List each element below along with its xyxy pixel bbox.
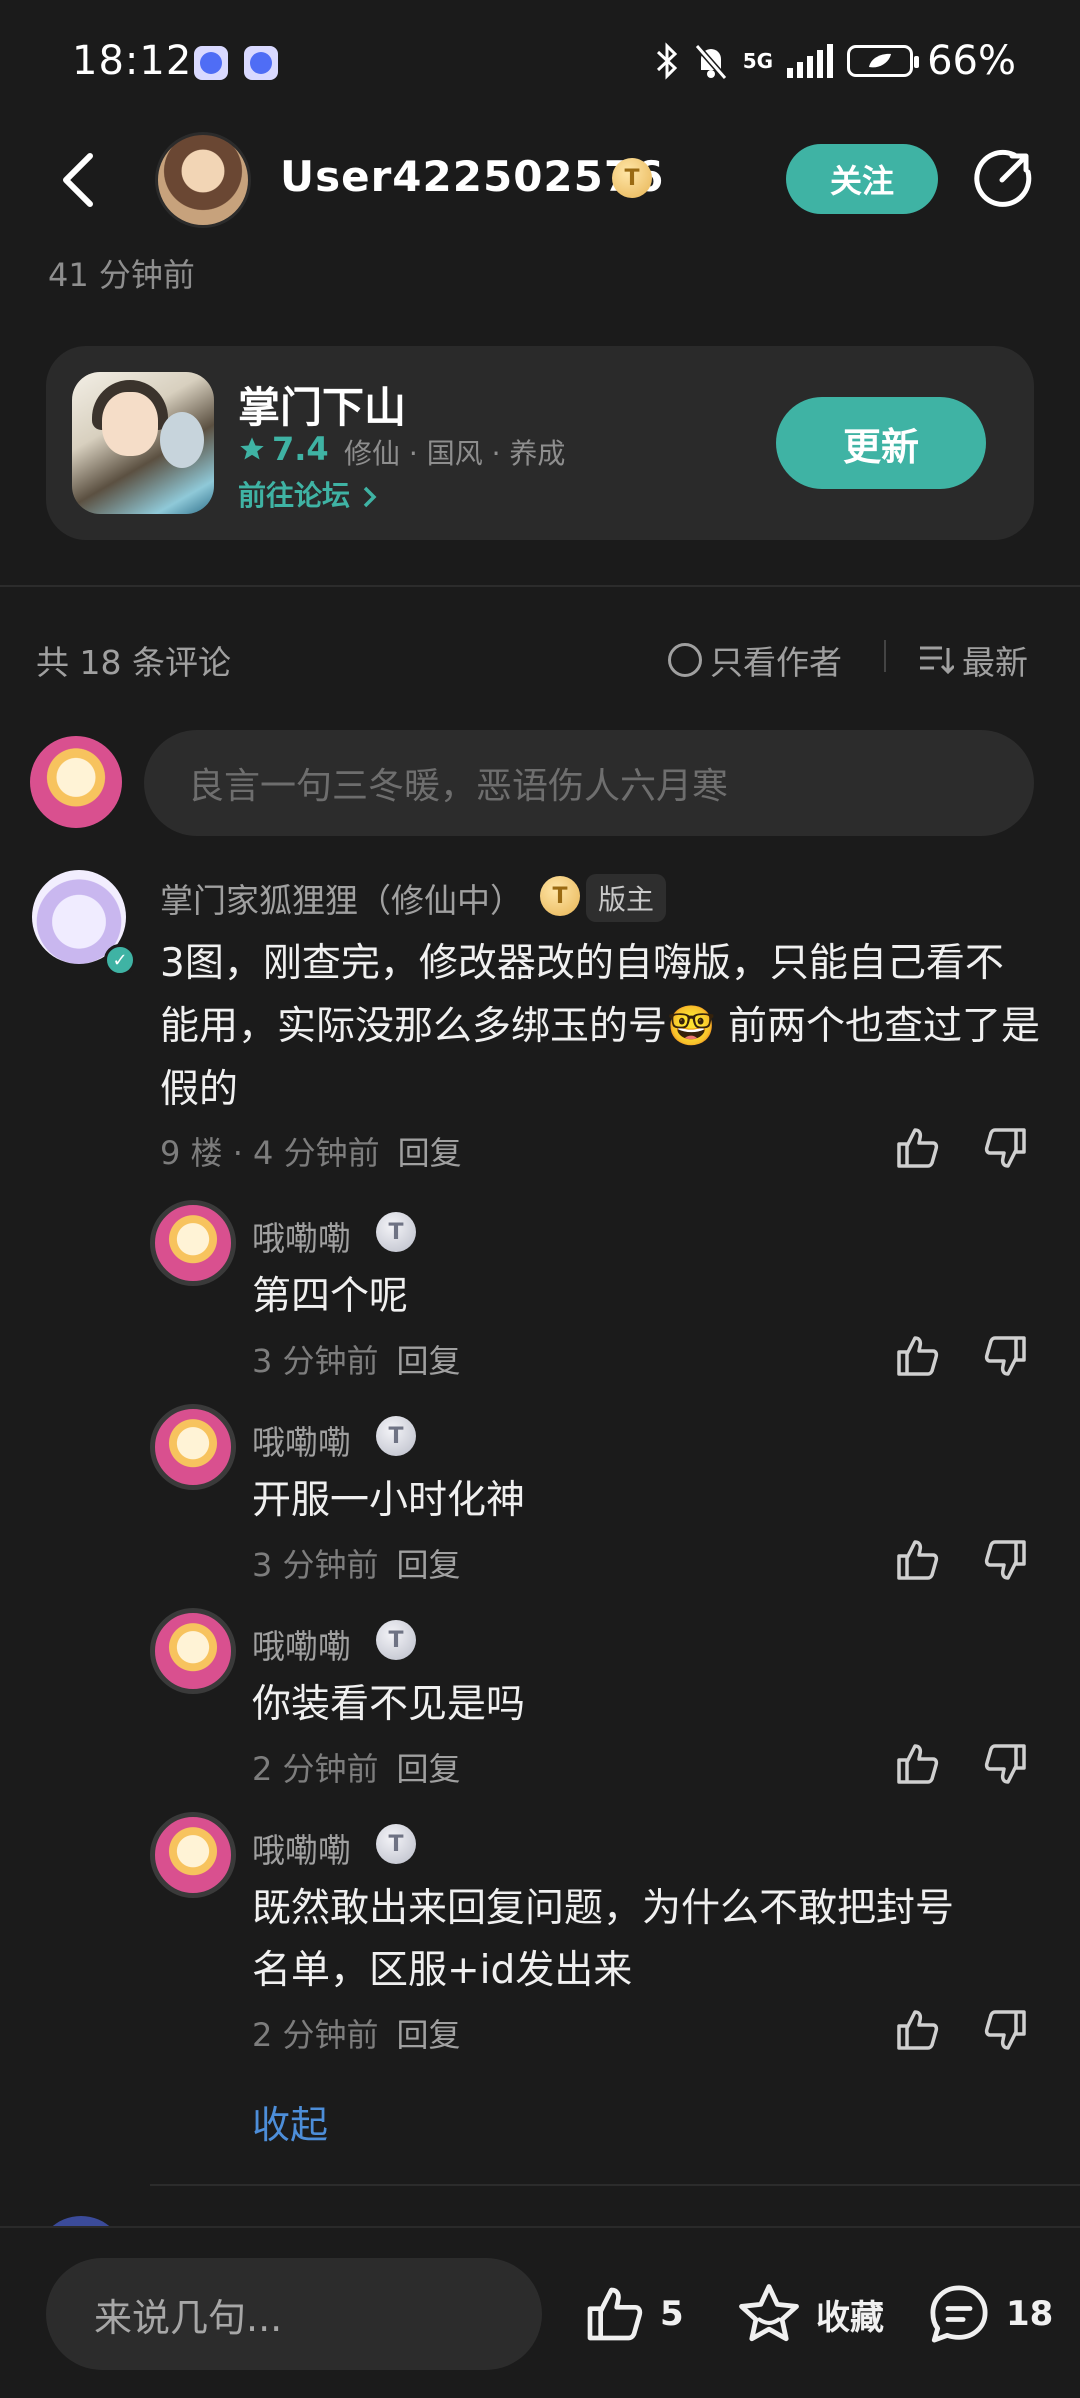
game-rating: 7.4: [238, 430, 329, 468]
back-arrow-icon[interactable]: [56, 150, 104, 210]
reply-author-avatar[interactable]: [150, 1404, 236, 1490]
moderator-badge: 版主: [586, 874, 667, 922]
reply-time: 2 分钟前: [252, 2016, 379, 2054]
level-badge-icon: T: [376, 1212, 416, 1252]
reply-text: 第四个呢: [252, 1274, 409, 1319]
level-badge-icon: T: [376, 1824, 416, 1864]
dislike-icon[interactable]: [982, 2006, 1030, 2054]
reply-meta: 2 分钟前 回复: [252, 1744, 461, 1790]
comment-input[interactable]: 良言一句三冬暖，恶语伤人六月寒: [144, 730, 1034, 836]
reply-meta: 3 分钟前 回复: [252, 1540, 461, 1586]
reply-time: 3 分钟前: [252, 1342, 379, 1380]
like-icon[interactable]: [893, 1740, 941, 1788]
header-separator: [884, 640, 886, 672]
reply-author-name[interactable]: 哦嘞嘞: [252, 1416, 351, 1464]
like-count: 5: [660, 2294, 684, 2334]
level-badge-icon: T: [376, 1416, 416, 1456]
reply-text-line: 名单，区服+id发出来: [252, 1948, 633, 1993]
sort-selector[interactable]: 最新: [918, 636, 1028, 684]
reply-text: 既然敢出来回复问题，为什么不敢把封号 名单，区服+id发出来: [252, 1878, 1042, 2002]
reply-author-name[interactable]: 哦嘞嘞: [252, 1824, 351, 1872]
favorite-label: 收藏: [816, 2297, 884, 2338]
game-title[interactable]: 掌门下山: [238, 374, 406, 435]
notification-app-icon: [244, 46, 278, 80]
collapse-replies-button[interactable]: 收起: [252, 2094, 328, 2149]
forum-link[interactable]: 前往论坛: [238, 474, 380, 514]
favorite-button[interactable]: 收藏: [736, 2282, 884, 2346]
reply-author-name[interactable]: 哦嘞嘞: [252, 1620, 351, 1668]
status-indicators: 5G 66%: [655, 38, 1016, 84]
comment-meta: 9 楼 · 4 分钟前 回复: [160, 1128, 462, 1174]
battery-percent: 66%: [927, 38, 1016, 84]
rating-value: 7.4: [272, 430, 329, 468]
section-divider: [0, 585, 1080, 587]
network-type: 5G: [742, 49, 774, 73]
current-user-avatar: [30, 736, 122, 828]
game-tags: 修仙 · 国风 · 养成: [344, 437, 566, 470]
star-outline-icon: [739, 2284, 799, 2342]
author-avatar[interactable]: [155, 132, 251, 228]
author-username[interactable]: User422502576: [280, 152, 664, 201]
reply-button[interactable]: 回复: [398, 1134, 462, 1172]
reply-text: 开服一小时化神: [252, 1478, 526, 1523]
level-badge-icon: T: [376, 1620, 416, 1660]
reply-meta: 3 分钟前 回复: [252, 1336, 461, 1382]
comment-text: 3图，刚查完，修改器改的自嗨版，只能自己看不能用，实际没那么多绑玉的号🤓 前两个…: [160, 941, 1040, 1112]
reply-time: 2 分钟前: [252, 1750, 379, 1788]
dislike-icon[interactable]: [982, 1536, 1030, 1584]
comment-divider: [150, 2184, 1080, 2186]
update-button[interactable]: 更新: [776, 397, 986, 489]
comment-count: 共 18 条评论: [36, 643, 231, 682]
radio-icon: [668, 643, 702, 677]
like-icon[interactable]: [893, 1536, 941, 1584]
game-icon[interactable]: [72, 372, 214, 514]
comment-author-name[interactable]: 掌门家狐狸狸（修仙中）: [160, 874, 523, 922]
chevron-right-icon: [363, 486, 377, 508]
forum-link-label: 前往论坛: [238, 479, 351, 512]
reply-text-line: 既然敢出来回复问题，为什么不敢把封号: [252, 1886, 955, 1931]
status-time: 18:12: [72, 38, 193, 84]
reply-author-avatar[interactable]: [150, 1608, 236, 1694]
reply-button[interactable]: 回复: [397, 2016, 461, 2054]
dislike-icon[interactable]: [982, 1740, 1030, 1788]
post-time: 41 分钟前: [48, 256, 195, 294]
signal-icon: [787, 44, 834, 78]
battery-icon: [847, 45, 920, 77]
sort-icon: [920, 646, 954, 675]
dislike-icon[interactable]: [982, 1332, 1030, 1380]
dislike-icon[interactable]: [982, 1124, 1030, 1172]
comments-button[interactable]: 18: [926, 2282, 1053, 2346]
follow-button[interactable]: 关注: [786, 144, 938, 214]
reply-button[interactable]: 回复: [397, 1546, 461, 1584]
notification-app-icon: [194, 46, 228, 80]
only-author-label: 只看作者: [710, 643, 842, 682]
reply-author-avatar[interactable]: [150, 1200, 236, 1286]
reply-author-avatar[interactable]: [150, 1812, 236, 1898]
only-author-toggle[interactable]: 只看作者: [668, 636, 842, 684]
reply-text: 你装看不见是吗: [252, 1682, 526, 1727]
level-badge-icon: T: [612, 158, 652, 198]
reply-time: 3 分钟前: [252, 1546, 379, 1584]
level-badge-icon: T: [540, 876, 580, 916]
like-icon[interactable]: [893, 1124, 941, 1172]
comment-count-badge: 18: [1006, 2294, 1054, 2334]
reply-author-name[interactable]: 哦嘞嘞: [252, 1212, 351, 1260]
sort-label: 最新: [962, 643, 1028, 682]
reply-meta: 2 分钟前 回复: [252, 2010, 461, 2056]
thumbs-up-icon: [587, 2287, 643, 2341]
star-icon: [240, 437, 264, 460]
comment-bubble-icon: [930, 2285, 988, 2343]
comment-floor-time: 9 楼 · 4 分钟前: [160, 1134, 380, 1172]
verified-icon: ✓: [104, 944, 136, 976]
share-icon[interactable]: [972, 148, 1034, 210]
bottom-comment-input[interactable]: 来说几句...: [46, 2258, 542, 2370]
reply-button[interactable]: 回复: [397, 1342, 461, 1380]
like-icon[interactable]: [893, 2006, 941, 2054]
bluetooth-icon: [656, 42, 677, 80]
mute-bell-icon: [694, 44, 728, 80]
like-post-button[interactable]: 5: [582, 2282, 684, 2346]
reply-button[interactable]: 回复: [397, 1750, 461, 1788]
like-icon[interactable]: [893, 1332, 941, 1380]
